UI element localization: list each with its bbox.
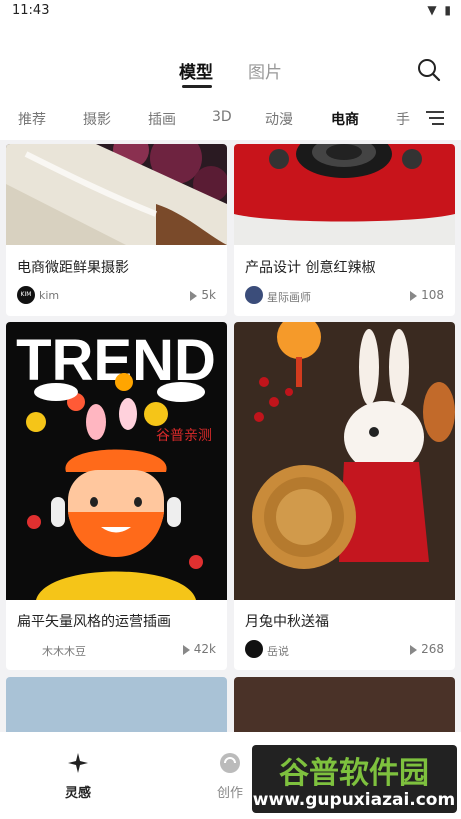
card-image: TREND 谷普亲测 (6, 322, 227, 600)
play-count-value: 5k (201, 288, 216, 302)
top-bar: 模型 图片 (0, 24, 461, 96)
author-name: 岳说 (267, 645, 289, 658)
category-3d[interactable]: 3D (212, 109, 232, 125)
status-time: 11:43 (12, 3, 50, 18)
menu-filter-icon[interactable] (425, 108, 445, 128)
author-name: 星际画师 (267, 291, 311, 304)
card-image (234, 144, 455, 245)
card-title: 月兔中秋送福 (245, 614, 329, 630)
create-icon (220, 753, 240, 773)
nav-inspiration[interactable]: 灵感 (58, 752, 98, 801)
nav-label: 灵感 (64, 786, 91, 801)
status-bar: 11:43 ▼ ▮ (0, 0, 461, 24)
card-title: 电商微距鲜果摄影 (17, 260, 129, 276)
play-icon (410, 644, 418, 655)
author-name: 木木木豆 (42, 645, 86, 658)
play-count: 268 (410, 642, 444, 656)
play-icon (190, 290, 198, 301)
card-partial-left[interactable] (6, 677, 227, 732)
author-avatar: KIM (17, 286, 35, 304)
card-image (234, 322, 455, 600)
play-icon (182, 644, 190, 655)
watermark-text: 谷普软件园 (279, 756, 429, 791)
card-image-overlay-text: 谷普亲测 (156, 428, 212, 444)
card-red-chili-product[interactable]: 产品设计 创意红辣椒 星际画师 108 (234, 144, 455, 316)
play-icon (410, 290, 418, 301)
play-count-value: 268 (421, 642, 444, 656)
category-recommend[interactable]: 推荐 (18, 109, 46, 129)
card-title: 产品设计 创意红辣椒 (245, 260, 376, 276)
play-count: 108 (410, 288, 444, 302)
category-illustration[interactable]: 插画 (148, 109, 176, 129)
nav-label: 创作 (216, 786, 243, 801)
author-avatar (245, 640, 263, 658)
sparkle-icon (68, 753, 88, 773)
watermark-url: www.gupuxiazai.com (253, 790, 455, 810)
category-ecommerce[interactable]: 电商 (331, 109, 359, 129)
watermark-logo: 谷普软件园 www.gupuxiazai.com (252, 745, 457, 813)
play-count: 5k (190, 288, 216, 302)
wifi-battery-icons: ▼ ▮ (427, 3, 453, 17)
tab-images[interactable]: 图片 (248, 58, 282, 83)
card-title: 扁平矢量风格的运营插画 (17, 614, 171, 630)
active-tab-indicator (182, 85, 212, 88)
play-count-value: 108 (421, 288, 444, 302)
play-count-value: 42k (193, 642, 216, 656)
category-photography[interactable]: 摄影 (83, 109, 111, 129)
author-name: kim (39, 289, 60, 302)
nav-create[interactable]: 创作 (210, 752, 250, 801)
content-feed[interactable]: 电商微距鲜果摄影 KIM kim 5k 产品设计 创意红辣椒 星际画师 108 … (0, 140, 461, 732)
card-flat-vector-illustration[interactable]: TREND 谷普亲测 扁平矢量风格的运营插画 木木木豆 42k (6, 322, 227, 670)
card-moon-rabbit[interactable]: 月兔中秋送福 岳说 268 (234, 322, 455, 670)
author-avatar (245, 286, 263, 304)
card-partial-right[interactable] (234, 677, 455, 732)
tab-models[interactable]: 模型 (179, 58, 213, 83)
card-fruit-macro[interactable]: 电商微距鲜果摄影 KIM kim 5k (6, 144, 227, 316)
search-icon[interactable] (417, 58, 441, 82)
card-image (6, 144, 227, 245)
category-hand[interactable]: 手 (396, 109, 410, 129)
play-count: 42k (182, 642, 216, 656)
category-anime[interactable]: 动漫 (265, 109, 293, 129)
category-bar: 推荐 摄影 插画 3D 动漫 电商 手 (0, 96, 461, 140)
